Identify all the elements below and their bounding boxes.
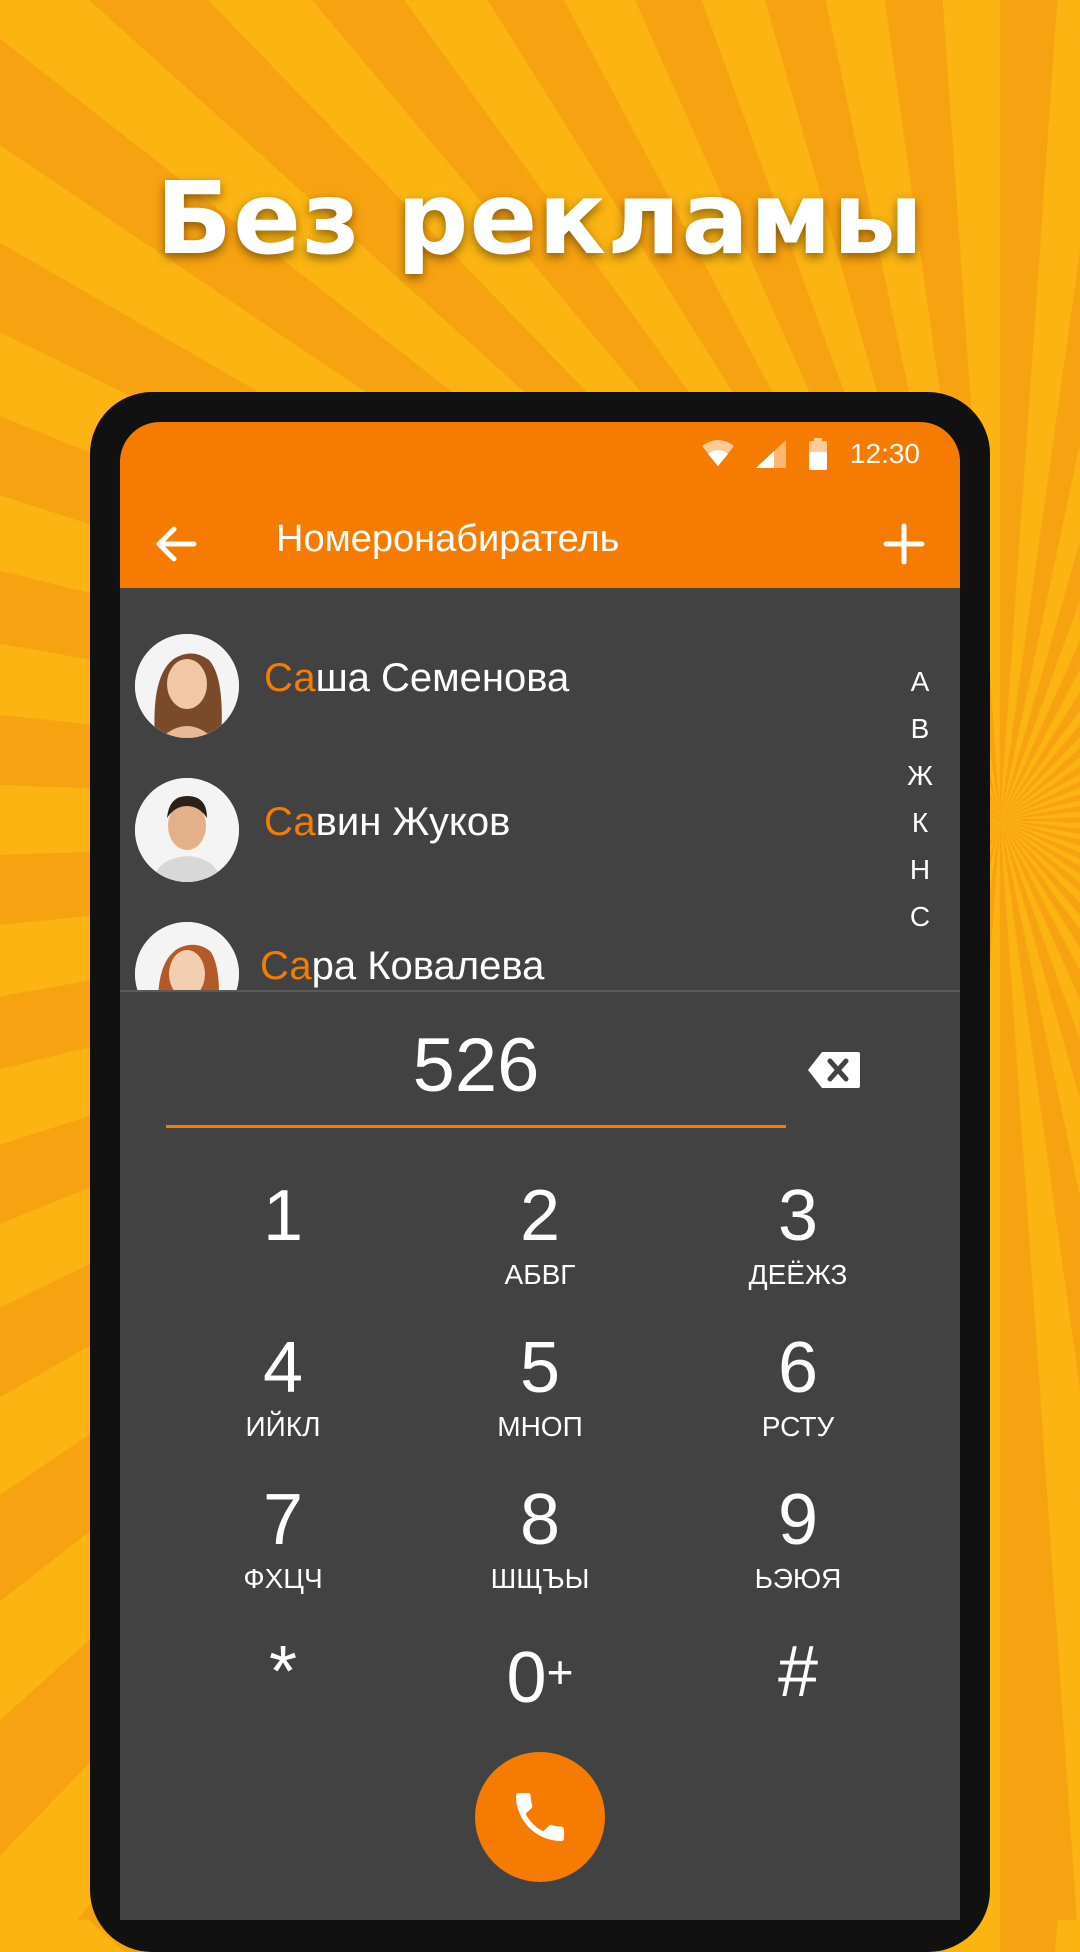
avatar <box>135 634 239 738</box>
contact-row[interactable]: Саша Семенова <box>120 624 860 744</box>
dial-key-2[interactable]: 2 АБВГ <box>420 1172 660 1302</box>
contact-name: Саша Семенова <box>264 656 570 700</box>
alphabet-letter[interactable]: Н <box>900 846 940 893</box>
signal-icon <box>755 440 786 468</box>
dial-key-7[interactable]: 7 ФХЦЧ <box>163 1476 403 1606</box>
contact-row[interactable]: Сара Ковалева <box>120 912 860 990</box>
dial-key-5[interactable]: 5 МНОП <box>420 1324 660 1454</box>
toolbar: Номеронабиратель <box>120 498 960 588</box>
toolbar-title: Номеронабиратель <box>276 518 620 560</box>
alphabet-letter[interactable]: А <box>900 658 940 705</box>
avatar <box>135 922 239 990</box>
dial-key-8[interactable]: 8 ШЩЪЫ <box>420 1476 660 1606</box>
avatar <box>135 778 239 882</box>
dialed-number[interactable]: 526 <box>166 1022 786 1109</box>
dialer-screen: 12:30 Номеронабиратель Саша Семенова Сав… <box>120 422 960 1920</box>
plus-icon <box>883 523 925 565</box>
backspace-icon <box>808 1052 860 1088</box>
add-contact-button[interactable] <box>876 516 932 572</box>
dial-key-6[interactable]: 6 РСТУ <box>678 1324 918 1454</box>
dial-key-hash[interactable]: # <box>678 1628 918 1758</box>
number-underline <box>166 1125 786 1128</box>
dial-key-star[interactable]: * <box>163 1628 403 1758</box>
alphabet-letter[interactable]: К <box>900 799 940 846</box>
promo-headline: Без рекламы <box>155 160 925 277</box>
app-bar: 12:30 Номеронабиратель <box>120 422 960 588</box>
contact-row[interactable]: Савин Жуков <box>120 768 860 888</box>
status-time: 12:30 <box>849 438 920 469</box>
battery-icon <box>808 438 827 470</box>
dial-key-1[interactable]: 1 <box>163 1172 403 1302</box>
back-button[interactable] <box>148 516 204 572</box>
phone-icon <box>516 1793 564 1841</box>
dial-key-0[interactable]: 0+ <box>420 1628 660 1758</box>
backspace-button[interactable] <box>806 1048 862 1092</box>
dial-key-3[interactable]: 3 ДЕЁЖЗ <box>678 1172 918 1302</box>
divider <box>120 990 960 992</box>
alphabet-letter[interactable]: В <box>900 705 940 752</box>
status-bar: 12:30 <box>701 434 920 474</box>
contact-name: Савин Жуков <box>264 800 511 844</box>
contact-name: Сара Ковалева <box>260 944 545 988</box>
wifi-icon <box>701 440 734 466</box>
dial-key-9[interactable]: 9 ЬЭЮЯ <box>678 1476 918 1606</box>
alphabet-letter[interactable]: Ж <box>900 752 940 799</box>
contact-list: Саша Семенова Савин Жуков Сара Ковалева … <box>120 588 960 990</box>
alphabet-letter[interactable]: С <box>900 893 940 940</box>
dial-key-4[interactable]: 4 ИЙКЛ <box>163 1324 403 1454</box>
alphabet-index[interactable]: А В Ж К Н С <box>900 658 940 940</box>
back-arrow-icon <box>156 526 197 562</box>
call-button[interactable] <box>475 1752 605 1882</box>
